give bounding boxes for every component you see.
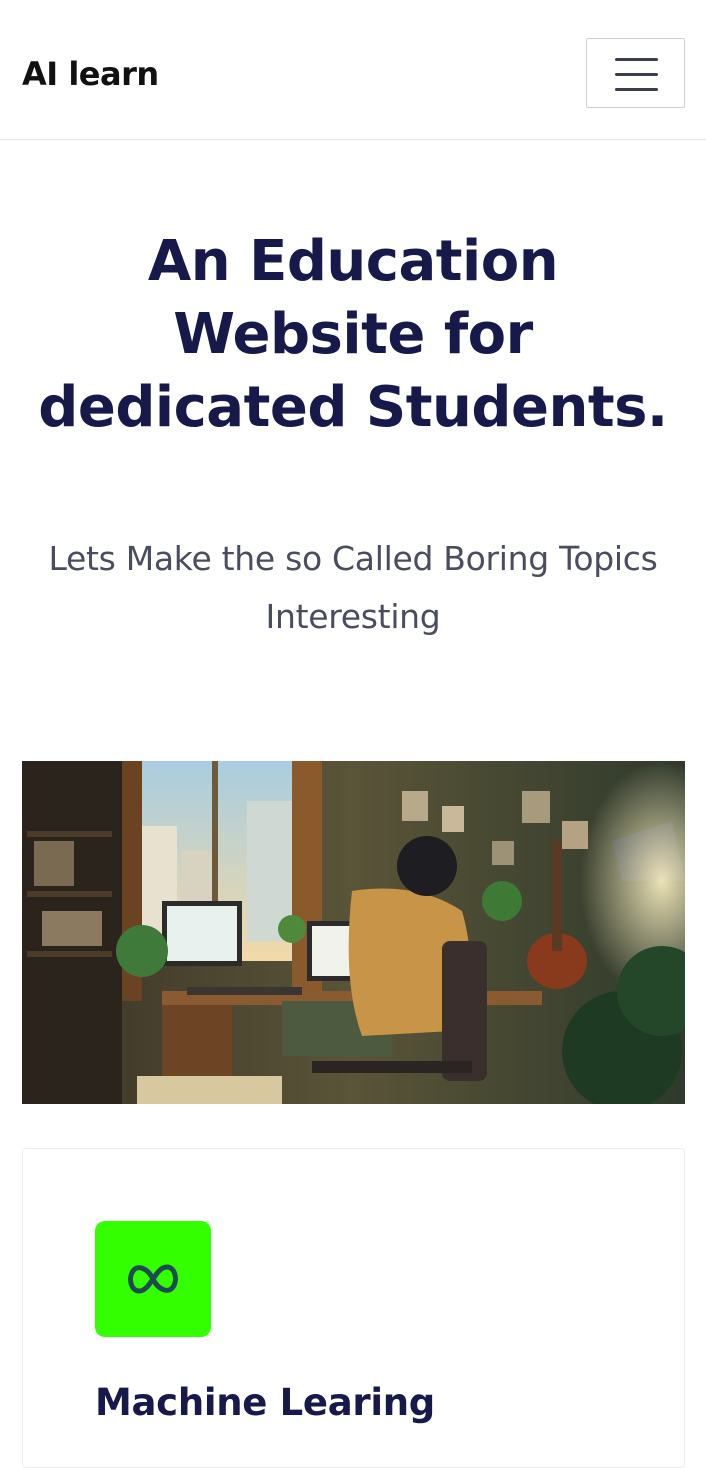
card-title: Machine Learing (95, 1381, 435, 1424)
hero-subtitle: Lets Make the so Called Boring Topics In… (48, 539, 658, 636)
topic-card[interactable]: Machine Learing (22, 1148, 685, 1468)
top-navbar: AI learn (0, 0, 706, 140)
hamburger-menu-icon-bar (615, 88, 658, 91)
hero-illustration (22, 761, 685, 1104)
hamburger-menu-icon (615, 58, 658, 61)
meta-infinity-icon (95, 1221, 211, 1337)
hamburger-menu-icon-bar (615, 73, 658, 76)
hamburger-menu-button[interactable] (586, 38, 685, 108)
hero-title: An Education Website for dedicated Stude… (38, 229, 668, 440)
brand-logo-text[interactable]: AI learn (22, 52, 159, 96)
